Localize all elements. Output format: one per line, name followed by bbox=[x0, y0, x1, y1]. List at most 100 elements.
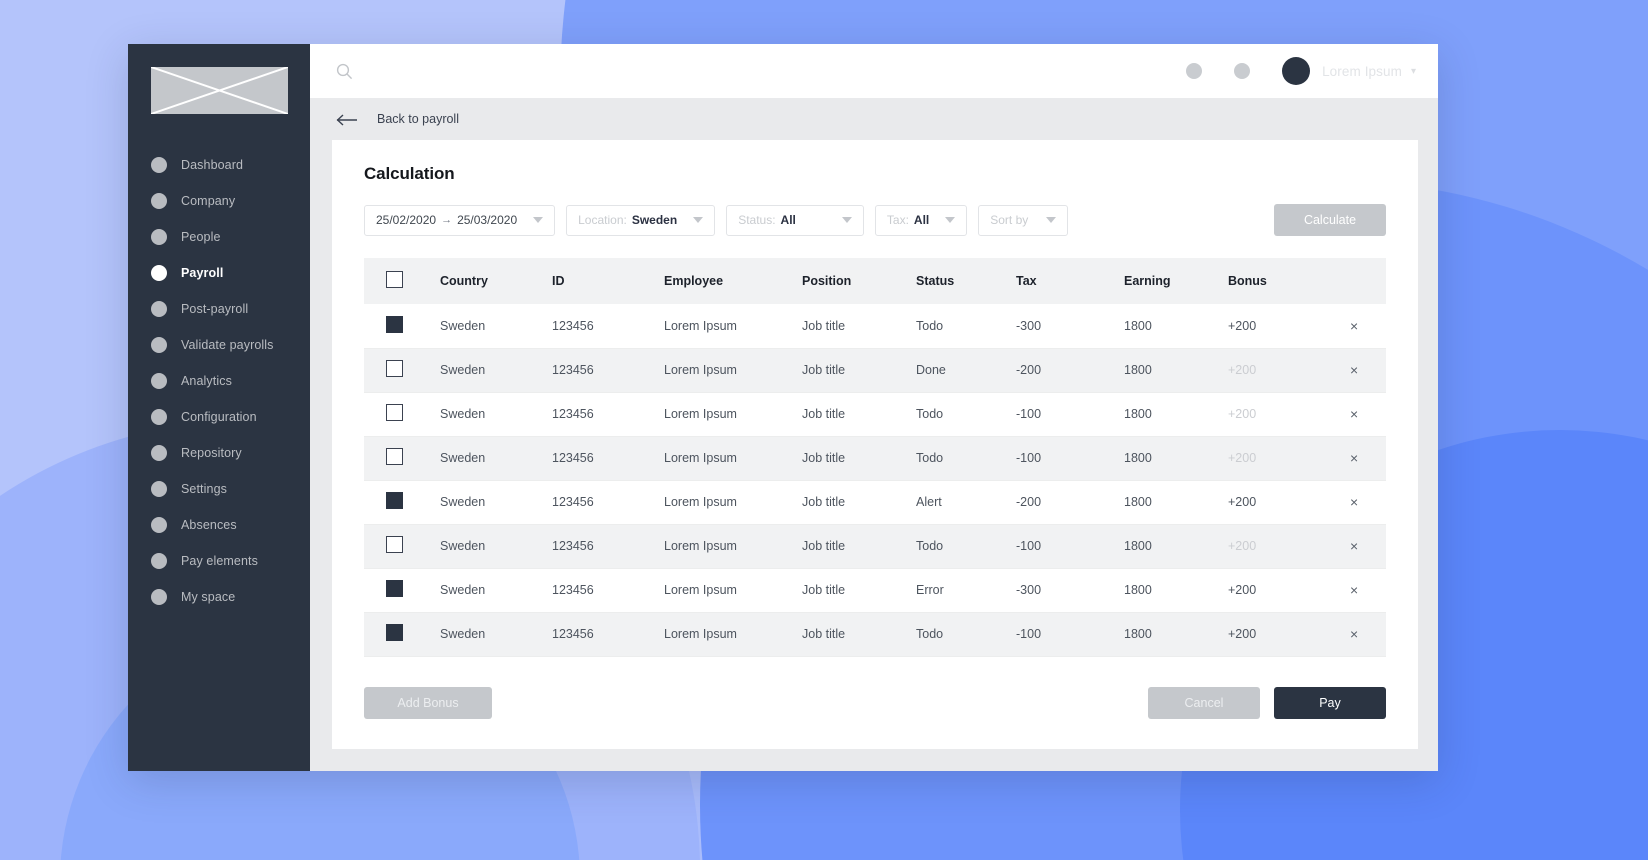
pay-button[interactable]: Pay bbox=[1274, 687, 1386, 719]
cell-status: Alert bbox=[916, 480, 1016, 525]
bullet-icon bbox=[151, 301, 167, 317]
remove-row-icon[interactable]: × bbox=[1350, 538, 1358, 554]
chevron-down-icon bbox=[841, 217, 852, 223]
column-position: Position bbox=[802, 258, 916, 304]
row-select-cell bbox=[364, 568, 440, 613]
sidebar-item-people[interactable]: People bbox=[128, 219, 310, 255]
sidebar-item-label: Repository bbox=[181, 446, 242, 460]
bullet-icon bbox=[151, 409, 167, 425]
sidebar-item-repository[interactable]: Repository bbox=[128, 435, 310, 471]
sidebar-item-label: Absences bbox=[181, 518, 237, 532]
sidebar-item-company[interactable]: Company bbox=[128, 183, 310, 219]
cell-employee: Lorem Ipsum bbox=[664, 480, 802, 525]
column-country: Country bbox=[440, 258, 552, 304]
bullet-icon bbox=[151, 157, 167, 173]
status-filter[interactable]: Status: All bbox=[726, 204, 864, 236]
row-select-cell bbox=[364, 524, 440, 569]
table-header: Country ID Employee Position Status Tax … bbox=[364, 258, 1386, 304]
bullet-icon bbox=[151, 193, 167, 209]
cell-country: Sweden bbox=[440, 480, 552, 525]
tax-filter[interactable]: Tax: All bbox=[874, 204, 968, 236]
cell-earning: 1800 bbox=[1124, 304, 1228, 349]
cell-position: Job title bbox=[802, 612, 916, 657]
table-row[interactable]: Sweden 123456 Lorem Ipsum Job title Todo -100… bbox=[364, 436, 1386, 481]
arrow-left-icon[interactable] bbox=[336, 113, 358, 126]
status-filter-label: Status: bbox=[738, 213, 776, 227]
sidebar-item-validate-payrolls[interactable]: Validate payrolls bbox=[128, 327, 310, 363]
cell-earning: 1800 bbox=[1124, 568, 1228, 613]
remove-row-icon[interactable]: × bbox=[1350, 582, 1358, 598]
location-filter[interactable]: Location: Sweden bbox=[566, 204, 716, 236]
table-row[interactable]: Sweden 123456 Lorem Ipsum Job title Todo -300… bbox=[364, 304, 1386, 349]
back-to-payroll-link[interactable]: Back to payroll bbox=[377, 112, 459, 126]
cell-bonus: +200 bbox=[1228, 480, 1350, 525]
row-checkbox[interactable] bbox=[386, 536, 403, 553]
sidebar-item-absences[interactable]: Absences bbox=[128, 507, 310, 543]
sort-by-filter[interactable]: Sort by bbox=[978, 204, 1069, 236]
row-checkbox[interactable] bbox=[386, 492, 403, 509]
cell-country: Sweden bbox=[440, 524, 552, 569]
cell-status: Todo bbox=[916, 436, 1016, 481]
calculate-button[interactable]: Calculate bbox=[1274, 204, 1386, 236]
search-icon[interactable] bbox=[336, 63, 353, 80]
sidebar-item-analytics[interactable]: Analytics bbox=[128, 363, 310, 399]
avatar[interactable] bbox=[1282, 57, 1311, 85]
cell-id: 123456 bbox=[552, 612, 664, 657]
chevron-down-icon bbox=[693, 217, 704, 223]
table-row[interactable]: Sweden 123456 Lorem Ipsum Job title Todo -100… bbox=[364, 612, 1386, 657]
cell-country: Sweden bbox=[440, 612, 552, 657]
cancel-button[interactable]: Cancel bbox=[1148, 687, 1260, 719]
cell-tax: -100 bbox=[1016, 524, 1124, 569]
remove-row-icon[interactable]: × bbox=[1350, 626, 1358, 642]
bullet-icon bbox=[151, 265, 167, 281]
row-checkbox[interactable] bbox=[386, 624, 403, 641]
table-row[interactable]: Sweden 123456 Lorem Ipsum Job title Alert -20… bbox=[364, 480, 1386, 525]
sidebar-item-configuration[interactable]: Configuration bbox=[128, 399, 310, 435]
date-range-filter[interactable]: 25/02/2020 → 25/03/2020 bbox=[364, 204, 556, 236]
remove-row-icon[interactable]: × bbox=[1350, 362, 1358, 378]
table-row[interactable]: Sweden 123456 Lorem Ipsum Job title Todo -100… bbox=[364, 524, 1386, 569]
add-bonus-button[interactable]: Add Bonus bbox=[364, 687, 492, 719]
row-checkbox[interactable] bbox=[386, 580, 403, 597]
sidebar-item-post-payroll[interactable]: Post-payroll bbox=[128, 291, 310, 327]
chevron-down-icon[interactable]: ▾ bbox=[1411, 66, 1416, 77]
row-select-cell bbox=[364, 612, 440, 657]
cell-earning: 1800 bbox=[1124, 612, 1228, 657]
sidebar-item-label: Post-payroll bbox=[181, 302, 249, 316]
sidebar-item-label: Settings bbox=[181, 482, 227, 496]
remove-row-icon[interactable]: × bbox=[1350, 406, 1358, 422]
row-checkbox[interactable] bbox=[386, 315, 403, 333]
select-all-checkbox[interactable] bbox=[386, 271, 403, 288]
cell-tax: -100 bbox=[1016, 436, 1124, 481]
cell-id: 123456 bbox=[552, 392, 664, 437]
table-row[interactable]: Sweden 123456 Lorem Ipsum Job title Error -30… bbox=[364, 568, 1386, 613]
messages-icon[interactable] bbox=[1234, 63, 1251, 79]
sidebar-nav: Dashboard Company People Payroll Post-payrol… bbox=[128, 147, 310, 615]
sidebar-item-label: Payroll bbox=[181, 266, 224, 280]
cell-remove: × bbox=[1350, 612, 1386, 657]
sidebar-item-payroll[interactable]: Payroll bbox=[128, 255, 310, 291]
notifications-icon[interactable] bbox=[1186, 63, 1203, 79]
sidebar-item-pay-elements[interactable]: Pay elements bbox=[128, 543, 310, 579]
cell-bonus: +200 bbox=[1228, 348, 1350, 393]
row-checkbox[interactable] bbox=[386, 404, 403, 421]
table-row[interactable]: Sweden 123456 Lorem Ipsum Job title Todo -100… bbox=[364, 392, 1386, 437]
remove-row-icon[interactable]: × bbox=[1350, 318, 1358, 334]
row-select-cell bbox=[364, 304, 440, 349]
table-row[interactable]: Sweden 123456 Lorem Ipsum Job title Done -200… bbox=[364, 348, 1386, 393]
column-status: Status bbox=[916, 258, 1016, 304]
row-select-cell bbox=[364, 436, 440, 481]
bullet-icon bbox=[151, 337, 167, 353]
filter-bar: 25/02/2020 → 25/03/2020 Location: Sweden… bbox=[332, 184, 1418, 258]
remove-row-icon[interactable]: × bbox=[1350, 494, 1358, 510]
calculation-table: Country ID Employee Position Status Tax … bbox=[364, 258, 1386, 657]
sidebar-item-my-space[interactable]: My space bbox=[128, 579, 310, 615]
cell-status: Todo bbox=[916, 392, 1016, 437]
remove-row-icon[interactable]: × bbox=[1350, 450, 1358, 466]
sidebar-item-settings[interactable]: Settings bbox=[128, 471, 310, 507]
main-area: Lorem Ipsum ▾ Back to payroll Calculatio… bbox=[310, 44, 1438, 771]
row-checkbox[interactable] bbox=[386, 360, 403, 377]
sidebar-item-dashboard[interactable]: Dashboard bbox=[128, 147, 310, 183]
row-checkbox[interactable] bbox=[386, 448, 403, 465]
cell-id: 123456 bbox=[552, 348, 664, 393]
